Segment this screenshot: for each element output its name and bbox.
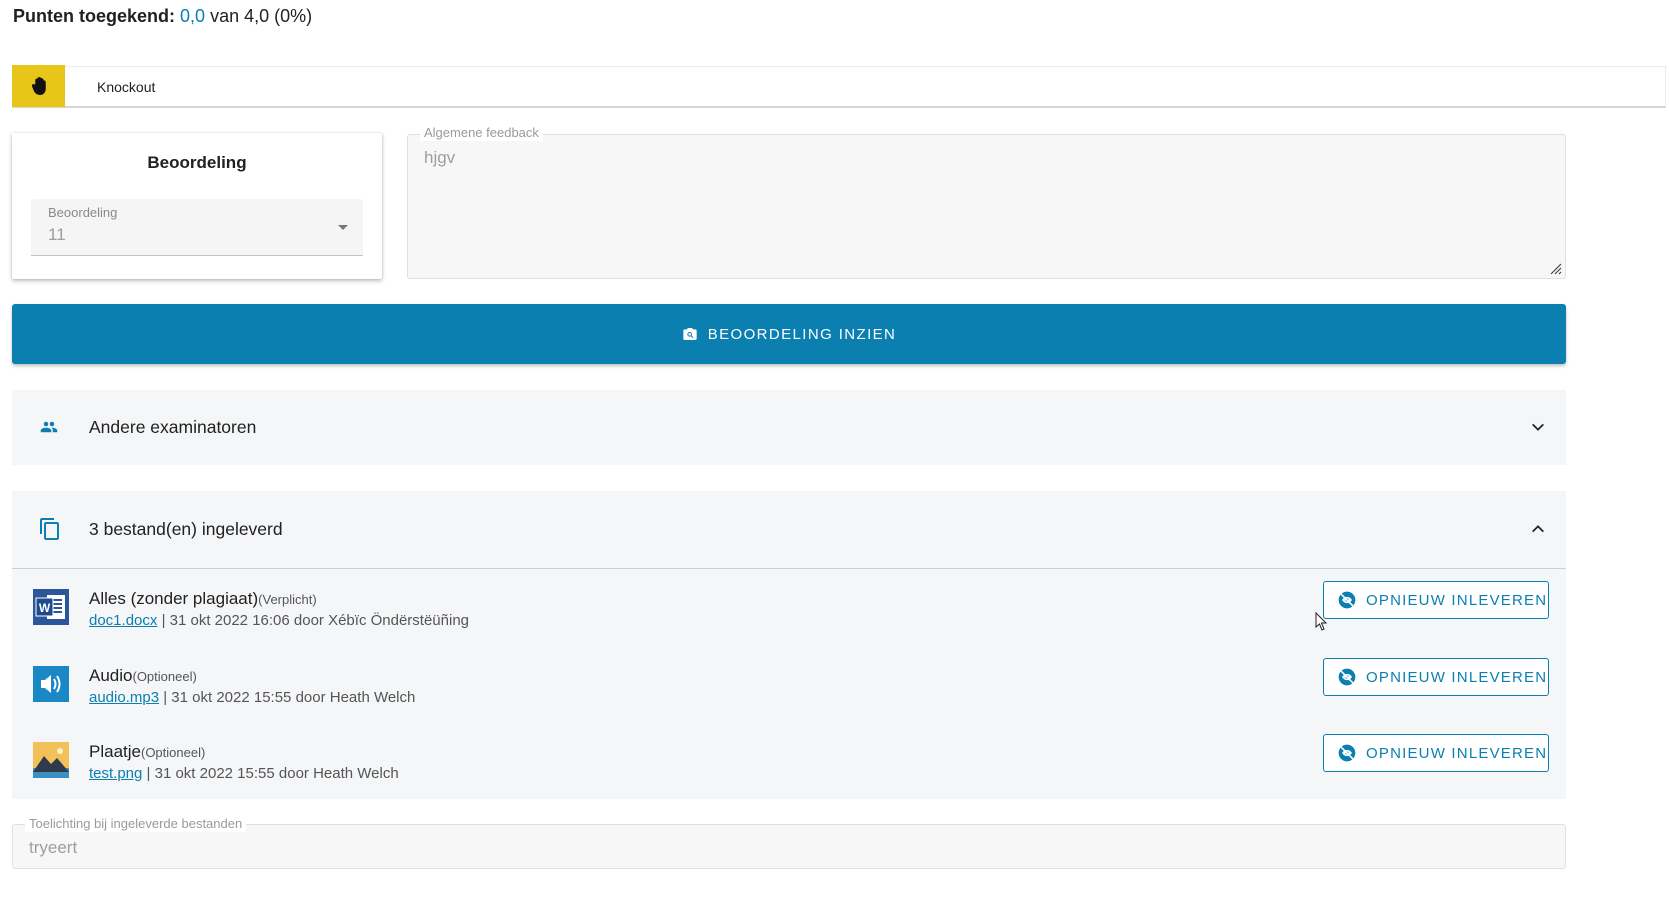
copy-icon bbox=[40, 518, 59, 540]
resubmit-button[interactable]: OPNIEUW INLEVEREN bbox=[1323, 658, 1549, 696]
people-icon bbox=[40, 421, 58, 433]
file-meta: audio.mp3 | 31 okt 2022 15:55 door Heath… bbox=[89, 689, 416, 706]
chevron-down-icon[interactable] bbox=[1530, 419, 1546, 435]
audio-file-icon bbox=[33, 666, 69, 702]
submitted-files-label: 3 bestand(en) ingeleverd bbox=[89, 519, 283, 539]
file-link[interactable]: doc1.docx bbox=[89, 612, 157, 629]
files-explanation-field[interactable]: Toelichting bij ingeleverde bestanden tr… bbox=[12, 816, 1566, 869]
file-meta: test.png | 31 okt 2022 15:55 door Heath … bbox=[89, 765, 399, 782]
chevron-up-icon[interactable] bbox=[1530, 521, 1546, 537]
files-explanation-label: Toelichting bij ingeleverde bestanden bbox=[25, 816, 247, 832]
files-explanation-value: tryeert bbox=[29, 838, 78, 857]
knockout-label: Knockout bbox=[97, 78, 156, 95]
submitted-files-header[interactable]: 3 bestand(en) ingeleverd bbox=[12, 491, 1566, 569]
general-feedback-label: Algemene feedback bbox=[420, 125, 543, 141]
file-row: Audio(Optioneel) audio.mp3 | 31 okt 2022… bbox=[12, 658, 1566, 726]
eye-off-icon bbox=[1338, 744, 1356, 762]
search-photo-icon bbox=[683, 328, 697, 340]
resubmit-button[interactable]: OPNIEUW INLEVEREN bbox=[1323, 734, 1549, 772]
svg-text:W: W bbox=[39, 601, 51, 615]
points-total: van 4,0 (0%) bbox=[210, 6, 313, 26]
resubmit-button[interactable]: OPNIEUW INLEVEREN bbox=[1323, 581, 1549, 619]
file-link[interactable]: audio.mp3 bbox=[89, 689, 159, 706]
resubmit-label: OPNIEUW INLEVEREN bbox=[1366, 591, 1548, 609]
beoordeling-select-value: 11 bbox=[48, 225, 66, 244]
beoordeling-title: Beoordeling bbox=[147, 153, 247, 172]
file-requirement: (Optioneel) bbox=[140, 745, 206, 760]
general-feedback-value: hjgv bbox=[424, 148, 456, 167]
image-file-icon bbox=[33, 742, 69, 778]
resize-handle-icon[interactable] bbox=[1548, 261, 1562, 275]
eye-off-icon bbox=[1338, 668, 1356, 686]
file-name: Audio(Optioneel) bbox=[89, 666, 197, 685]
file-row: Plaatje(Optioneel) test.png | 31 okt 202… bbox=[12, 734, 1566, 802]
file-name: Plaatje(Optioneel) bbox=[89, 742, 206, 761]
general-feedback-field[interactable]: Algemene feedback hjgv bbox=[407, 125, 1566, 279]
other-examiners-panel[interactable]: Andere examinatoren bbox=[12, 390, 1566, 465]
beoordeling-select-label: Beoordeling bbox=[48, 205, 118, 220]
hand-icon bbox=[12, 65, 65, 107]
other-examiners-label: Andere examinatoren bbox=[89, 417, 257, 437]
file-name: Alles (zonder plagiaat)(Verplicht) bbox=[89, 589, 317, 608]
beoordeling-select[interactable]: Beoordeling 11 bbox=[31, 199, 363, 256]
word-file-icon: W bbox=[33, 589, 69, 625]
points-label: Punten toegekend: bbox=[13, 6, 176, 26]
caret-down-icon bbox=[338, 225, 348, 230]
points-summary: Punten toegekend: 0,0 van 4,0 (0%) bbox=[13, 4, 312, 28]
eye-off-icon bbox=[1338, 591, 1356, 609]
file-requirement: (Verplicht) bbox=[258, 592, 317, 607]
file-meta: doc1.docx | 31 okt 2022 16:06 door Xébïc… bbox=[89, 612, 470, 629]
file-row: W Alles (zonder plagiaat)(Verplicht) doc… bbox=[12, 581, 1566, 649]
file-link[interactable]: test.png bbox=[89, 765, 142, 782]
view-assessment-button[interactable]: BEOORDELING INZIEN bbox=[12, 304, 1566, 364]
knockout-bar: Knockout bbox=[12, 65, 1666, 108]
mouse-cursor-icon bbox=[1315, 612, 1328, 631]
file-requirement: (Optioneel) bbox=[132, 669, 197, 684]
submitted-files-panel: 3 bestand(en) ingeleverd W Alles (zonder… bbox=[12, 491, 1566, 799]
beoordeling-card: Beoordeling Beoordeling 11 bbox=[12, 133, 382, 279]
points-value: 0,0 bbox=[180, 6, 206, 26]
resubmit-label: OPNIEUW INLEVEREN bbox=[1366, 744, 1548, 762]
view-assessment-label: BEOORDELING INZIEN bbox=[707, 325, 897, 343]
resubmit-label: OPNIEUW INLEVEREN bbox=[1366, 668, 1548, 686]
